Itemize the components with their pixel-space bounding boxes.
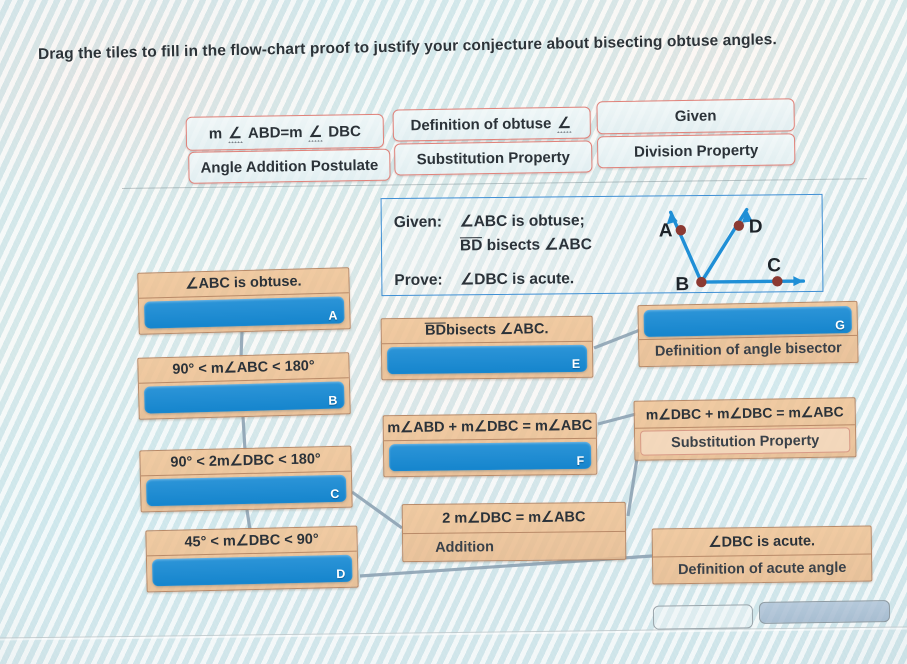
flowchart-box-g: G Definition of angle bisector [637,300,859,368]
slot-tag-d: D [336,566,346,582]
slot-tag-c: C [330,486,340,502]
drop-slot-d[interactable]: D [151,554,353,587]
angle-diagram: A B C D [659,207,806,295]
draggable-tile-division-property[interactable]: Division Property [596,133,796,169]
given-prove-panel: Given: ∠ABC is obtuse; BD bisects ∠ABC Pr… [380,193,824,297]
footer-button-right[interactable] [758,600,891,624]
box-substitution-statement: m∠DBC + m∠DBC = m∠ABC [634,398,855,429]
tile-label: Definition of obtuse ∠ [410,114,572,135]
slot-tag-e: E [571,356,581,371]
box-substitution-reason: Substitution Property [640,427,851,456]
given-line-1: ∠ABC is obtuse; [459,212,585,231]
draggable-tile-angle-addition-postulate[interactable]: Angle Addition Postulate [188,148,391,184]
given-segment-bd: BD [459,237,483,255]
given-label: Given: [393,213,443,231]
point-label-d: D [749,216,763,237]
point-label-c: C [767,255,781,276]
point-d-dot [733,220,745,231]
flowchart-box-c: 90° < 2m∠DBC < 180° C [139,445,353,513]
draggable-tile-substitution-property[interactable]: Substitution Property [394,140,593,176]
tile-label: Division Property [633,141,759,161]
slot-tag-f: F [576,453,585,468]
box-f-statement: m∠ABD + m∠DBC = m∠ABC [383,413,596,442]
tile-label: m ∠ ABD=m ∠ DBC [208,123,362,143]
prove-label: Prove: [394,271,443,289]
box-a-statement: ∠ABC is obtuse. [138,268,349,299]
drop-slot-b[interactable]: B [143,381,345,414]
box-acute-reason: Definition of acute angle [677,559,847,579]
given-line-2-rest: bisects ∠ABC [482,236,592,255]
drop-slot-f[interactable]: F [388,441,592,472]
point-b-dot [696,276,707,288]
slot-tag-g: G [834,318,845,333]
flowchart-box-substitution: m∠DBC + m∠DBC = m∠ABC Substitution Prope… [633,397,857,461]
point-label-b: B [675,274,689,294]
draggable-tile-definition-of-obtuse[interactable]: Definition of obtuse ∠ [392,106,591,142]
drop-slot-a[interactable]: A [143,296,345,329]
given-statement: Given: ∠ABC is obtuse; BD bisects ∠ABC [394,209,592,259]
drop-slot-c[interactable]: C [145,474,347,507]
box-c-statement: 90° < 2m∠DBC < 180° [140,446,351,477]
box-e-statement: BD bisects ∠ABC. [381,316,592,345]
flowchart-box-acute: ∠DBC is acute. Definition of acute angle [651,525,873,585]
box-addition-statement: 2 m∠DBC = m∠ABC [402,502,626,535]
flowchart-box-a: ∠ABC is obtuse. A [137,267,351,335]
draggable-tile-given[interactable]: Given [596,98,795,135]
tile-label: Given [674,107,717,126]
box-d-statement: 45° < m∠DBC < 90° [146,526,357,557]
prove-statement: Prove: ∠DBC is acute. [394,269,574,290]
slot-tag-b: B [328,393,338,408]
point-label-a: A [659,220,673,241]
box-addition-reason: Addition [435,538,495,556]
flowchart-box-e: BD bisects ∠ABC. E [380,315,594,381]
box-acute-statement: ∠DBC is acute. [652,526,872,558]
flowchart-box-f: m∠ABD + m∠DBC = m∠ABC F [382,412,598,478]
point-a-dot [675,225,687,236]
drop-slot-g[interactable]: G [643,306,853,337]
box-e-statement-rest: bisects ∠ABC. [445,321,549,339]
prove-text: ∠DBC is acute. [460,270,575,289]
drop-slot-e[interactable]: E [386,344,588,375]
tile-label: Substitution Property [416,148,571,168]
draggable-tile-angle-abd-equals-dbc[interactable]: m ∠ ABD=m ∠ DBC [185,113,385,151]
tile-label: Angle Addition Postulate [200,156,379,177]
box-g-reason: Definition of angle bisector [639,334,858,365]
flowchart-box-d: 45° < m∠DBC < 90° D [145,525,359,593]
flowchart-box-b: 90° < m∠ABC < 180° B [137,352,351,420]
point-c-dot [772,276,783,287]
box-b-statement: 90° < m∠ABC < 180° [138,353,349,384]
segment-bd-overline: BD [424,322,447,339]
footer-button-left[interactable] [652,604,754,630]
slot-tag-a: A [328,308,338,323]
flowchart-box-addition: 2 m∠DBC = m∠ABC Addition [401,501,627,563]
tile-bank: m ∠ ABD=m ∠ DBC Definition of obtuse ∠ G… [185,98,802,184]
